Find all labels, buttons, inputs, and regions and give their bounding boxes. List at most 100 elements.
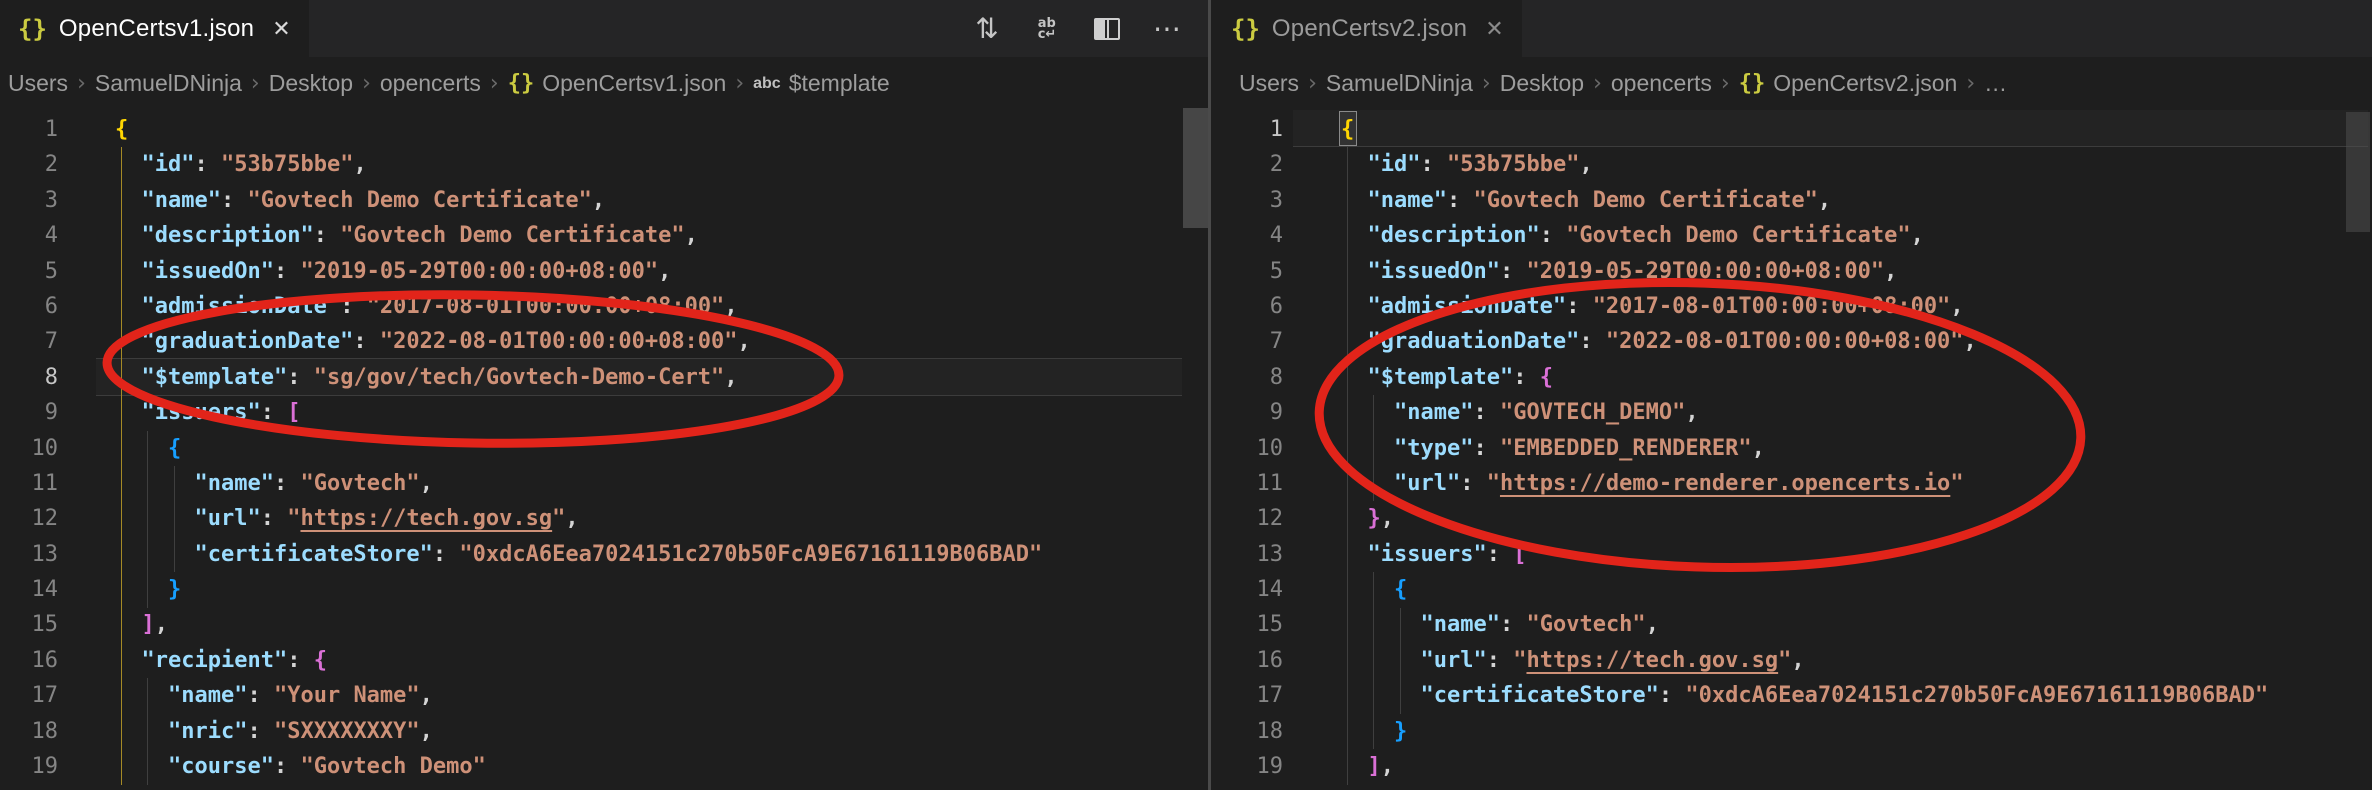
breadcrumb-label: opencerts: [379, 70, 481, 96]
breadcrumb-separator-icon: ›: [1308, 71, 1317, 96]
tab-opencertsv1[interactable]: {} OpenCertsv1.json ✕: [0, 0, 309, 57]
link-text[interactable]: https://tech.gov.sg: [300, 506, 552, 531]
breadcrumb-item[interactable]: Users: [8, 70, 68, 97]
code-line: "issuedOn": "2019-05-29T00:00:00+08:00",: [141, 258, 672, 284]
code-line: {: [167, 435, 182, 461]
editor-pane-left: {} OpenCertsv1.json ✕ ⇅ ab c↵ ⋯ Users › Sam…: [0, 0, 1210, 790]
indent-guide: [121, 147, 122, 785]
link-text[interactable]: https://tech.gov.sg: [1526, 648, 1778, 673]
json-file-icon: {}: [18, 14, 47, 43]
symbol-string-icon: abc: [753, 74, 781, 92]
breadcrumb-label: OpenCertsv1.json: [542, 70, 727, 96]
code-line: "description": "Govtech Demo Certificate…: [1367, 223, 1924, 249]
code-line: "id": "53b75bbe",: [1367, 152, 1593, 178]
code-line: "issuers": [: [1367, 541, 1527, 567]
breadcrumb-separator-icon: ›: [362, 71, 371, 96]
code-line: "graduationDate": "2022-08-01T00:00:00+0…: [141, 329, 751, 355]
breadcrumb-label: Users: [1239, 70, 1300, 96]
breadcrumb-label: Desktop: [1499, 70, 1585, 96]
indent-guide: [147, 430, 148, 608]
more-actions-icon[interactable]: ⋯: [1150, 12, 1184, 46]
code-line: {: [1341, 117, 1355, 142]
tab-bar-left: {} OpenCertsv1.json ✕ ⇅ ab c↵ ⋯: [0, 0, 1210, 57]
breadcrumb-item[interactable]: opencerts: [380, 70, 481, 97]
breadcrumb-item[interactable]: SamuelDNinja: [1326, 70, 1473, 97]
code-line: {: [115, 117, 129, 142]
code-line: "url": "https://demo-renderer.opencerts.…: [1393, 470, 1964, 496]
breadcrumb-item[interactable]: Users: [1239, 70, 1299, 97]
tab-title: OpenCertsv2.json: [1271, 14, 1468, 42]
split-editor-icon[interactable]: [1090, 12, 1124, 46]
code-line: "admissionDate": "2017-08-01T00:00:00+08…: [141, 293, 738, 319]
breadcrumb-separator-icon: ›: [1481, 71, 1491, 96]
code-line: ],: [1367, 754, 1395, 780]
breadcrumb-label: …: [1984, 70, 2008, 96]
json-file-icon: {}: [1231, 14, 1260, 43]
code-line: "url": "https://tech.gov.sg",: [1420, 647, 1805, 673]
close-tab-icon[interactable]: ✕: [1485, 16, 1503, 42]
indent-guide: [174, 466, 175, 573]
code-line: },: [1367, 506, 1395, 532]
indent-guide: [147, 678, 148, 785]
breadcrumb-separator-icon: ›: [77, 71, 86, 96]
breadcrumb-item[interactable]: {} OpenCertsv2.json: [1739, 70, 1958, 97]
editor-split-sash[interactable]: [1208, 0, 1211, 790]
code-editor-left[interactable]: 1 2 3 4 5 6 7 8 9 10 11 12 13 14 15 16 17 18 19 { "id": "5…: [0, 110, 1210, 790]
code-line: "description": "Govtech Demo Certificate…: [141, 223, 698, 249]
breadcrumb-separator-icon: ›: [1593, 71, 1602, 96]
code-line: "nric": "SXXXXXXXY",: [167, 718, 433, 744]
breadcrumb-item[interactable]: abc $template: [753, 70, 890, 97]
code-line: "name": "Govtech Demo Certificate",: [1367, 187, 1832, 213]
code-line: "admissionDate": "2017-08-01T00:00:00+08…: [1367, 293, 1964, 319]
code-line: "course": "Govtech Demo": [167, 754, 486, 780]
breadcrumb-item[interactable]: opencerts: [1611, 70, 1712, 97]
code-line: "$template": "sg/gov/tech/Govtech-Demo-C…: [141, 364, 738, 390]
code-line: "certificateStore": "0xdcA6Eea7024151c27…: [1420, 683, 2269, 709]
breadcrumb-item[interactable]: Desktop: [269, 70, 353, 97]
code-line: {: [1393, 577, 1408, 603]
code-line: "graduationDate": "2022-08-01T00:00:00+0…: [1367, 329, 1977, 355]
code-line: "name": "Govtech Demo Certificate",: [141, 187, 606, 213]
breadcrumb-label: SamuelDNinja: [94, 70, 242, 96]
vertical-scrollbar[interactable]: [1183, 108, 1208, 228]
spell-check-icon[interactable]: ab c↵: [1030, 12, 1064, 46]
code-line: }: [167, 577, 182, 603]
code-editor-right[interactable]: 1 2 3 4 5 6 7 8 9 10 11 12 13 14 15 16 17 18 19 { "id": "5…: [1213, 110, 2372, 790]
open-changes-icon[interactable]: ⇅: [970, 12, 1004, 46]
breadcrumb-left[interactable]: Users › SamuelDNinja › Desktop › opencerts › {} O…: [0, 57, 1210, 110]
code-line: "$template": {: [1367, 364, 1553, 390]
code-line: "type": "EMBEDDED_RENDERER",: [1393, 435, 1765, 461]
breadcrumb-label: SamuelDNinja: [1325, 70, 1473, 96]
code-line: "url": "https://tech.gov.sg",: [194, 506, 579, 532]
code-line: "issuedOn": "2019-05-29T00:00:00+08:00",: [1367, 258, 1898, 284]
indent-guide: [1373, 395, 1374, 502]
editor-pane-right: {} OpenCertsv2.json ✕ Users › SamuelDNinja…: [1213, 0, 2372, 790]
breadcrumb-item[interactable]: Desktop: [1500, 70, 1584, 97]
breadcrumb-item[interactable]: {} OpenCertsv1.json: [508, 70, 727, 97]
vertical-scrollbar[interactable]: [2346, 112, 2370, 232]
tab-opencertsv2[interactable]: {} OpenCertsv2.json ✕: [1213, 0, 1522, 57]
code-line: "name": "Govtech",: [194, 470, 433, 496]
breadcrumb-item[interactable]: SamuelDNinja: [95, 70, 242, 97]
editor-actions: ⇅ ab c↵ ⋯: [970, 0, 1210, 57]
code-line: "recipient": {: [141, 647, 327, 673]
breadcrumb-item[interactable]: …: [1984, 70, 2007, 97]
code-line: "name": "GOVTECH_DEMO",: [1393, 400, 1699, 426]
breadcrumb-label: opencerts: [1610, 70, 1712, 96]
tab-title: OpenCertsv1.json: [58, 14, 255, 42]
code-line: "id": "53b75bbe",: [141, 152, 367, 178]
json-braces-icon: {}: [507, 71, 535, 96]
breadcrumb-right[interactable]: Users › SamuelDNinja › Desktop › opencerts › {} O…: [1213, 57, 2372, 110]
vscode-window: {} OpenCertsv1.json ✕ ⇅ ab c↵ ⋯ Users › Sam…: [0, 0, 2372, 790]
breadcrumb-label: $template: [788, 70, 890, 96]
link-text[interactable]: https://demo-renderer.opencerts.io: [1500, 471, 1950, 496]
breadcrumb-label: Desktop: [268, 70, 354, 96]
code-line: "name": "Govtech",: [1420, 612, 1659, 638]
close-tab-icon[interactable]: ✕: [272, 16, 290, 42]
indent-guide: [1373, 572, 1374, 750]
indent-guide: [1400, 607, 1401, 714]
breadcrumb-separator-icon: ›: [250, 71, 260, 96]
code-line: "name": "Your Name",: [167, 683, 433, 709]
breadcrumb-separator-icon: ›: [1720, 71, 1730, 96]
breadcrumb-label: OpenCertsv2.json: [1773, 70, 1958, 96]
